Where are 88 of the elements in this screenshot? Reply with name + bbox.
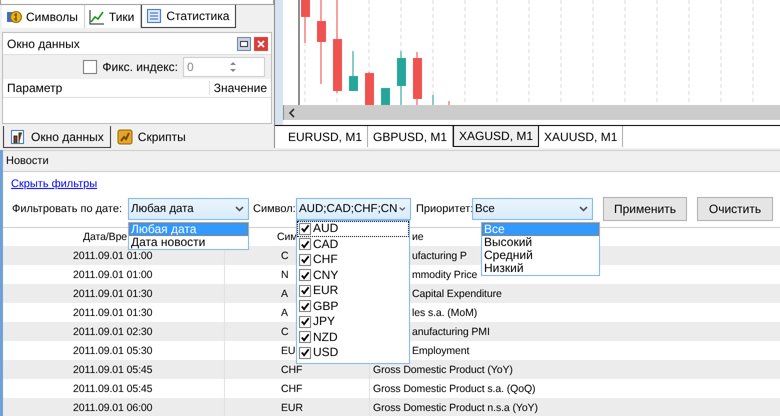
hide-filters-link[interactable]: Скрыть фильтры [11, 178, 98, 190]
chart-tab[interactable]: XAGUSD, M1 [453, 126, 540, 147]
table-cell: N [281, 268, 288, 280]
checkbox[interactable] [299, 346, 311, 359]
candle [365, 72, 374, 105]
scrollbar[interactable] [283, 105, 780, 120]
panel-tab[interactable]: Статистика [141, 5, 236, 28]
scripts-icon [116, 129, 133, 145]
filter-label: Фильтровать по дате: [12, 203, 124, 215]
table-cell: 2011.09.01 05:30 [73, 344, 152, 356]
candle [381, 88, 390, 105]
checkbox[interactable] [299, 269, 311, 282]
list-option[interactable]: Низкий [482, 262, 599, 275]
restore-icon[interactable] [237, 36, 251, 50]
table-cell: 2011.09.01 01:30 [73, 306, 152, 318]
table-cell: 2011.09.01 01:30 [73, 288, 152, 300]
close-icon[interactable] [254, 36, 268, 50]
table-cell: 2011.09.01 01:00 [73, 250, 152, 262]
table-cell: 2011.09.01 05:45 [73, 382, 152, 394]
list-option[interactable]: CAD [297, 236, 409, 252]
list-option[interactable]: Высокий [482, 236, 599, 249]
column-header: Значение [212, 81, 268, 95]
panel-tab[interactable]: Окно данных [3, 126, 111, 148]
checkbox[interactable] [299, 316, 311, 328]
list-option[interactable]: CHF [297, 252, 409, 268]
list-option[interactable]: GBP [297, 298, 409, 314]
filter-label: Символ: [253, 203, 296, 215]
filter-label: Приоритет: [416, 203, 472, 215]
dropdown[interactable]: Любая дата [128, 198, 249, 220]
clear-button[interactable]: Очистить [697, 197, 773, 221]
table-cell: anufacturing PMI [412, 326, 490, 338]
table-cell: CHF [281, 382, 302, 394]
list-option[interactable]: Средний [482, 249, 599, 262]
column-header[interactable]: Дата/Вре [83, 231, 128, 243]
table-cell: CHF [281, 364, 302, 376]
table-cell: Capital Expenditure [412, 288, 502, 300]
list-option[interactable]: USD [297, 345, 409, 360]
table-cell: 2011.09.01 02:30 [73, 326, 152, 338]
table-cell: mmodity Price [412, 268, 478, 280]
table-cell: A [281, 306, 288, 318]
list-option[interactable]: JPY [297, 314, 409, 330]
candle [349, 50, 358, 92]
table-cell: Employment [412, 344, 470, 356]
checkbox[interactable] [299, 284, 311, 297]
checkbox[interactable] [299, 222, 311, 235]
list-option[interactable]: Дата новости [129, 236, 248, 249]
chevron-icon [235, 206, 244, 212]
table-cell: 2011.09.01 01:00 [73, 268, 152, 280]
list-icon [146, 8, 162, 24]
table-cell: les s.a. (MoM) [412, 306, 478, 318]
checkbox-label: Фикс. индекс: [102, 60, 178, 74]
candle [413, 52, 422, 105]
candle [397, 50, 406, 105]
table-cell: 2011.09.01 05:45 [73, 364, 152, 376]
list-option[interactable]: EUR [297, 283, 409, 298]
panel-tab[interactable]: Символы [2, 5, 85, 28]
column-header: Параметр [3, 81, 210, 95]
checkbox[interactable] [83, 60, 98, 74]
table-cell: Gross Domestic Product (YoY) [373, 364, 513, 376]
checkbox[interactable] [299, 238, 311, 250]
chart-line-icon [88, 8, 105, 24]
table-cell: C [281, 250, 288, 262]
checkbox[interactable] [299, 331, 311, 344]
list-option[interactable]: AUD [297, 221, 409, 236]
coins-icon [6, 8, 22, 24]
panel-title: Новости [3, 150, 780, 172]
checkbox[interactable] [299, 254, 311, 266]
data-window-icon [10, 128, 26, 144]
checkbox[interactable] [299, 300, 311, 312]
candle [301, 0, 310, 44]
table-cell: EUR [281, 402, 303, 414]
list-option[interactable]: NZD [297, 330, 409, 345]
chevron-icon [579, 206, 588, 212]
column-header[interactable]: ие [412, 231, 424, 243]
table-cell: Gross Domestic Product n.s.a (YoY) [373, 402, 538, 414]
panel-title: Окно данных [7, 36, 81, 50]
table-cell: EU [281, 344, 296, 356]
dropdown[interactable]: AUD;CAD;CHF;CN [296, 198, 411, 220]
table-cell: Gross Domestic Product s.a. (QoQ) [373, 382, 536, 394]
apply-button[interactable]: Применить [603, 197, 687, 221]
table-cell: ufacturing P [412, 250, 467, 262]
table-cell: C [281, 326, 288, 338]
table-cell: A [281, 288, 288, 300]
panel-tab[interactable]: Тики [84, 5, 142, 28]
chevron-icon [399, 206, 406, 212]
dropdown[interactable]: Все [472, 198, 593, 220]
table-cell: 2011.09.01 06:00 [73, 402, 152, 414]
list-option[interactable]: CNY [297, 268, 409, 283]
